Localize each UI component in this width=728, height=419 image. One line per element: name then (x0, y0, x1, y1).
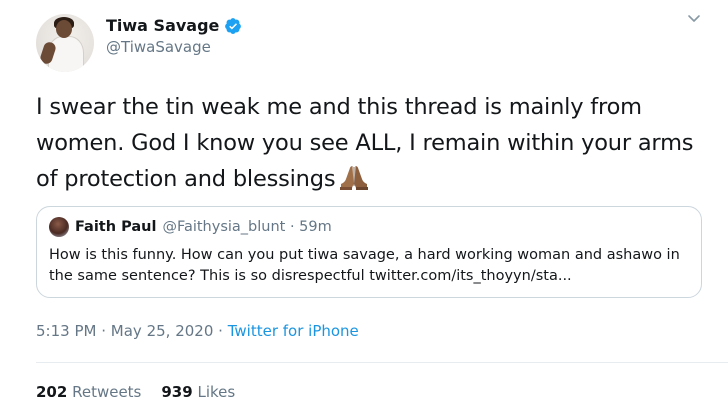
verified-badge-icon (225, 17, 242, 34)
quoted-tweet-card[interactable]: Faith Paul @Faithysia_blunt · 59m How is… (36, 206, 702, 298)
quoted-author-handle: @Faithysia_blunt · 59m (162, 219, 331, 235)
quoted-author-name: Faith Paul (75, 219, 157, 235)
tweet-time[interactable]: 5:13 PM (36, 322, 96, 340)
tweet-date[interactable]: May 25, 2020 (111, 322, 214, 340)
retweets-stat[interactable]: 202 Retweets (36, 383, 141, 401)
author-name-row: Tiwa Savage (106, 16, 242, 35)
quoted-author-avatar (49, 217, 69, 237)
folded-hands-icon (340, 166, 369, 190)
author-avatar[interactable] (36, 14, 94, 72)
author-handle[interactable]: @TiwaSavage (106, 38, 211, 56)
author-display-name[interactable]: Tiwa Savage (106, 16, 219, 35)
quoted-tweet-header: Faith Paul @Faithysia_blunt · 59m (49, 217, 332, 237)
retweets-label: Retweets (72, 383, 142, 401)
tweet-text: I swear the tin weak me and this thread … (36, 89, 716, 197)
likes-label: Likes (197, 383, 236, 401)
meta-separator-2: · (218, 322, 223, 340)
quoted-tweet-text: How is this funny. How can you put tiwa … (49, 247, 680, 284)
divider (36, 362, 728, 363)
quoted-handle-text: @Faithysia_blunt (162, 219, 286, 235)
tweet-meta: 5:13 PM · May 25, 2020 · Twitter for iPh… (36, 322, 359, 340)
chevron-down-icon[interactable] (686, 10, 702, 26)
likes-count: 939 (161, 383, 193, 401)
tweet-stats: 202 Retweets 939 Likes (36, 383, 235, 401)
quoted-time: 59m (299, 219, 332, 235)
quoted-separator: · (289, 219, 295, 235)
tweet-source-link[interactable]: Twitter for iPhone (228, 322, 359, 340)
retweets-count: 202 (36, 383, 68, 401)
meta-separator: · (101, 322, 107, 340)
likes-stat[interactable]: 939 Likes (161, 383, 235, 401)
